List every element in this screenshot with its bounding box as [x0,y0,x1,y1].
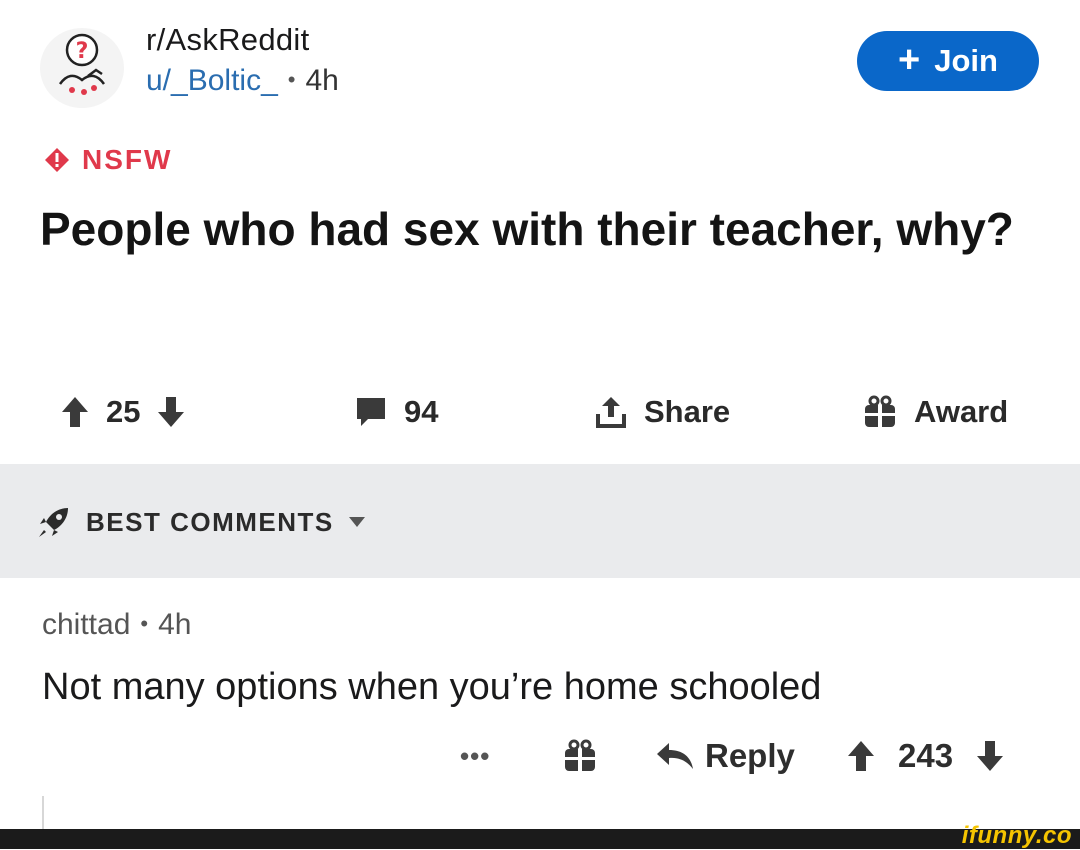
join-label: Join [934,43,998,78]
thread-line [42,796,44,830]
comment-sort-bar: BEST COMMENTS [0,464,1080,578]
nsfw-tag: NSFW [44,144,172,176]
bottom-bar [0,829,1080,849]
more-options-button[interactable]: ••• [460,734,490,778]
subreddit-avatar[interactable]: ? [40,28,124,108]
meta-separator: • [140,611,149,636]
nsfw-label: NSFW [82,144,173,175]
share-icon [596,397,626,428]
caret-down-icon [348,517,365,527]
comments-button[interactable]: 94 [354,390,438,434]
comment-body: Not many options when you’re home school… [42,666,822,708]
join-button[interactable]: + Join [857,31,1039,91]
upvote-arrow-icon[interactable] [846,739,876,773]
post-age: 4h [305,64,339,97]
gift-icon [865,395,895,427]
plus-icon: + [898,38,921,81]
award-label: Award [914,394,1009,429]
comment-meta: chittad • 4h [42,608,191,642]
subreddit-name[interactable]: r/AskReddit [146,22,310,58]
comment-vote-controls: 243 [846,734,1005,778]
comment-age: 4h [158,608,192,641]
gift-icon [565,739,595,771]
comment-award-button[interactable] [562,734,598,778]
comment-author[interactable]: chittad [42,608,130,641]
reply-arrow-icon [657,743,693,769]
reply-button[interactable]: Reply [655,734,795,778]
post-meta: u/_Boltic_ • 4h [146,64,339,98]
upvote-arrow-icon[interactable] [60,395,90,429]
reply-label: Reply [705,737,795,774]
post-author[interactable]: u/_Boltic_ [146,64,278,97]
askreddit-icon: ? [58,33,106,95]
sort-dropdown[interactable]: BEST COMMENTS [36,504,366,540]
watermark-logo: ifunny.co [961,822,1072,849]
comment-bubble-icon [357,398,385,426]
post-score: 25 [106,394,141,429]
award-button[interactable]: Award [862,390,1008,434]
downvote-arrow-icon[interactable] [156,395,186,429]
share-button[interactable]: Share [594,390,730,434]
comments-count: 94 [404,394,439,429]
nsfw-warning-icon [45,148,69,172]
comment-score: 243 [898,737,954,774]
share-label: Share [644,394,731,429]
post-vote-controls: 25 [60,390,186,434]
svg-text:?: ? [76,39,89,64]
rocket-icon [39,508,68,537]
meta-separator: • [287,67,296,92]
post-title[interactable]: People who had sex with their teacher, w… [40,200,1050,258]
sort-label: BEST COMMENTS [86,506,334,537]
downvote-arrow-icon[interactable] [975,739,1005,773]
